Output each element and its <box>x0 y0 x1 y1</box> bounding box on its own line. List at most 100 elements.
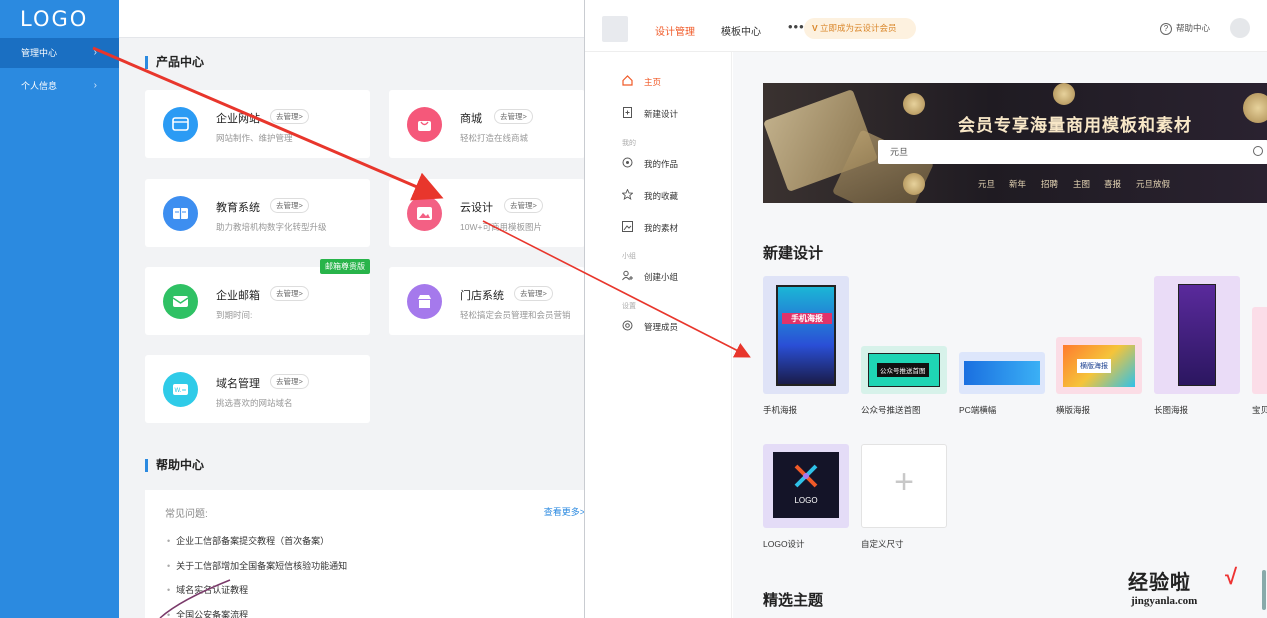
product-desc: 挑选喜欢的网站域名 <box>216 398 293 408</box>
search-tag[interactable]: 元旦 <box>978 178 995 190</box>
manage-button[interactable]: 去管理> <box>270 374 309 389</box>
logo-x-icon <box>794 464 818 488</box>
landscape-preview: 横版海报 <box>1063 345 1135 387</box>
manage-button[interactable]: 去管理> <box>494 109 533 124</box>
product-card-domain[interactable]: W.= 域名管理 去管理> 挑选喜欢的网站域名 <box>145 355 370 423</box>
become-vip-button[interactable]: V 立即成为云设计会员 <box>804 18 916 39</box>
poster-title: 手机海报 <box>782 313 832 324</box>
search-tag[interactable]: 招聘 <box>1041 178 1058 190</box>
faq-label: 常见问题: <box>165 509 208 520</box>
home-icon <box>622 75 633 86</box>
sidebar-item-new-design[interactable]: 新建设计 <box>644 108 678 120</box>
template-label: 长图海报 <box>1154 405 1189 415</box>
manage-button[interactable]: 去管理> <box>270 109 309 124</box>
search-tag[interactable]: 喜报 <box>1104 178 1121 190</box>
sidebar-item-my-favorites[interactable]: 我的收藏 <box>644 190 678 202</box>
sidebar-item-my-materials[interactable]: 我的素材 <box>644 222 678 234</box>
group-label-settings: 设置 <box>622 303 636 310</box>
product-card-mailbox[interactable]: 邮箱尊贵版 企业邮箱 去管理> 到期时间: <box>145 259 370 335</box>
template-thumb: 横版海报 <box>1056 337 1142 394</box>
product-card-website[interactable]: 企业网站 去管理> 网站制作、维护管理 <box>145 90 370 158</box>
manage-button[interactable]: 去管理> <box>504 198 543 213</box>
store-icon <box>407 284 442 319</box>
help-link[interactable]: 企业工信部备案提交教程（首次备案） <box>167 534 329 547</box>
banner-title: 会员专享海量商用模板和素材 <box>958 116 1192 135</box>
template-thumb <box>1252 307 1267 394</box>
picture-icon <box>407 196 442 231</box>
more-icon[interactable]: ••• <box>788 19 805 34</box>
help-link[interactable]: 域名实名认证教程 <box>167 583 248 596</box>
design-logo-placeholder <box>602 16 628 42</box>
long-poster-preview <box>1178 284 1216 386</box>
tab-design-management[interactable]: 设计管理 <box>655 23 695 38</box>
sidebar-item-manage-members[interactable]: 管理成员 <box>644 321 678 333</box>
help-link[interactable]: 全国公安备案流程 <box>167 608 248 618</box>
product-card-education[interactable]: 教育系统 去管理> 助力教培机构数字化转型升级 <box>145 179 370 247</box>
coin-icon <box>1053 83 1075 105</box>
product-name: 云设计 <box>460 202 493 214</box>
template-thumb: + <box>861 444 947 528</box>
mail-icon <box>163 284 198 319</box>
manage-button[interactable]: 去管理> <box>270 286 309 301</box>
template-label: LOGO设计 <box>763 539 805 549</box>
sidebar-item-management-center[interactable]: 管理中心 › <box>0 38 119 68</box>
product-card-mall[interactable]: 商城 去管理> 轻松打造在线商城 <box>389 90 585 158</box>
product-desc: 到期时间: <box>216 310 253 320</box>
sidebar-item-my-works[interactable]: 我的作品 <box>644 158 678 170</box>
manage-button[interactable]: 去管理> <box>514 286 553 301</box>
domain-icon: W.= <box>163 372 198 407</box>
template-label: 自定义尺寸 <box>861 539 904 549</box>
coin-icon <box>1243 93 1267 123</box>
sidebar-item-personal-info[interactable]: 个人信息 › <box>0 71 119 101</box>
see-more-link[interactable]: 查看更多> <box>544 505 585 518</box>
cloud-design-window: 设计管理 模板中心 ••• V 立即成为云设计会员 ? 帮助中心 主页 新建设计 … <box>584 0 1267 618</box>
help-center-button[interactable]: ? 帮助中心 <box>1160 22 1210 35</box>
coin-icon <box>903 173 925 195</box>
new-design-title: 新建设计 <box>763 245 824 262</box>
watermark: 经验啦 √ jingyanla.com <box>1128 564 1267 618</box>
avatar[interactable] <box>1230 18 1250 38</box>
search-icon[interactable] <box>1253 146 1263 156</box>
template-label: 横版海报 <box>1056 405 1091 415</box>
chevron-right-icon: › <box>93 47 97 58</box>
template-thumb: LOGO <box>763 444 849 528</box>
design-sidebar: 主页 新建设计 我的 我的作品 我的收藏 我的素材 小组 创建小组 设置 管理成… <box>585 52 732 618</box>
help-link[interactable]: 关于工信部增加全国备案短信核验功能通知 <box>167 559 347 572</box>
product-name: 企业网站 <box>216 113 260 125</box>
sidebar-item-label: 个人信息 <box>21 81 58 91</box>
vip-icon: V <box>812 23 818 33</box>
template-label: 宝贝 <box>1252 405 1267 415</box>
search-tag[interactable]: 新年 <box>1009 178 1026 190</box>
team-icon <box>622 270 633 281</box>
image-icon <box>622 221 633 232</box>
chevron-right-icon: › <box>93 80 97 91</box>
template-search-input[interactable] <box>878 140 1267 164</box>
new-file-icon <box>623 107 632 118</box>
search-tag[interactable]: 主图 <box>1073 178 1090 190</box>
group-label-team: 小组 <box>622 253 636 260</box>
product-card-cloud-design[interactable]: 云设计 去管理> 10W+可商用模板图片 <box>389 179 585 247</box>
template-thumb <box>959 352 1045 394</box>
product-desc: 助力教培机构数字化转型升级 <box>216 222 327 232</box>
sidebar-item-home[interactable]: 主页 <box>644 76 661 88</box>
banner-preview <box>964 361 1040 385</box>
search-tag[interactable]: 元旦放假 <box>1136 178 1170 190</box>
manage-button[interactable]: 去管理> <box>270 198 309 213</box>
design-header: 设计管理 模板中心 ••• V 立即成为云设计会员 ? 帮助中心 <box>585 0 1267 52</box>
design-main: 会员专享海量商用模板和素材 元旦 新年 招聘 主图 喜报 元旦放假 新建设计 手… <box>733 52 1267 618</box>
sidebar-item-create-team[interactable]: 创建小组 <box>644 271 678 283</box>
template-label: 公众号推送首图 <box>861 405 921 415</box>
product-card-store[interactable]: 门店系统 去管理> 轻松搞定会员管理和会员营销 <box>389 267 585 335</box>
product-name: 教育系统 <box>216 202 260 214</box>
help-center-title: 帮助中心 <box>145 459 204 472</box>
product-center-title: 产品中心 <box>145 56 204 69</box>
website-icon <box>163 107 198 142</box>
template-label: 手机海报 <box>763 405 798 415</box>
star-icon <box>622 189 633 200</box>
admin-header <box>119 0 589 38</box>
tab-template-center[interactable]: 模板中心 <box>721 23 761 38</box>
logo: LOGO <box>20 7 89 31</box>
template-thumb: 手机海报 <box>763 276 849 394</box>
product-desc: 轻松搞定会员管理和会员营销 <box>460 310 571 320</box>
logo-preview-text: LOGO <box>794 496 818 505</box>
